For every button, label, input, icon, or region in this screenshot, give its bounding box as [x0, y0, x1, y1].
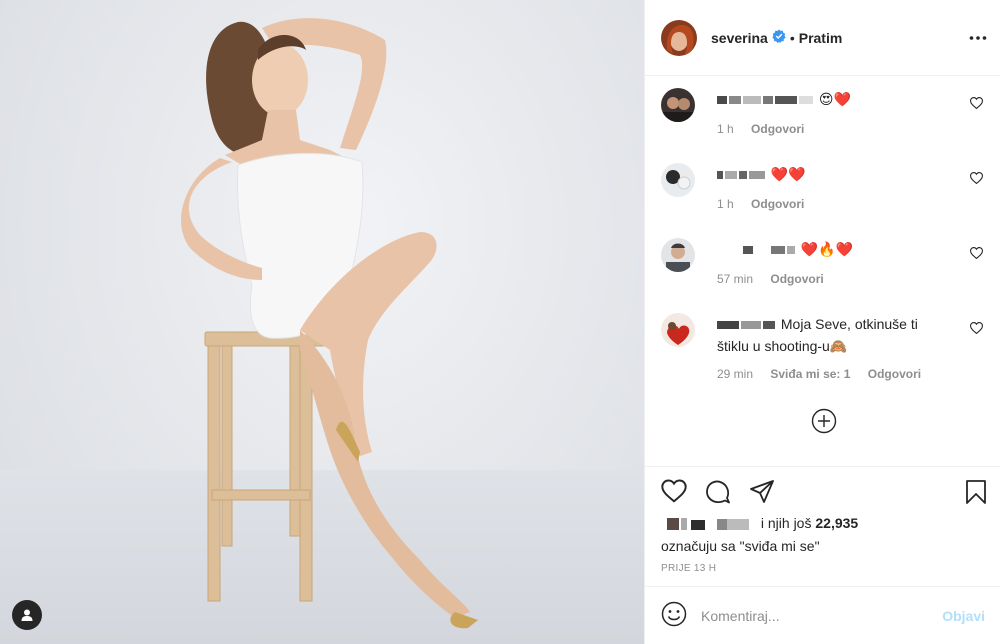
comment-text: ❤️❤️ — [717, 163, 951, 185]
comment-text: Moja Seve, otkinuše ti štiklu u shooting… — [717, 313, 951, 357]
like-comment-heart-icon[interactable] — [969, 246, 984, 262]
comment-time: 1 h — [717, 122, 734, 136]
commenter-avatar[interactable] — [661, 163, 695, 197]
redacted-text — [741, 321, 761, 330]
author-avatar[interactable] — [661, 19, 697, 56]
comment-emoji: ❤️❤️ — [770, 166, 806, 182]
comment-item: ❤️❤️ 1 h Odgovori — [661, 163, 985, 229]
likes-summary: i njih još 22,935 označuju sa "sviđa mi … — [661, 513, 981, 556]
commenter-avatar[interactable] — [661, 88, 695, 122]
comment-emoji: ❤️🔥❤️ — [800, 241, 854, 257]
user-tag-button[interactable] — [12, 600, 42, 630]
reply-button[interactable]: Odgovori — [751, 197, 804, 211]
load-more-comments-icon[interactable] — [811, 408, 837, 434]
author-username[interactable]: severina — [711, 30, 768, 46]
post-actions: i njih još 22,935 označuju sa "sviđa mi … — [645, 466, 1000, 586]
like-comment-heart-icon[interactable] — [969, 171, 984, 187]
like-comment-heart-icon[interactable] — [969, 96, 984, 112]
redacted-text — [725, 171, 737, 180]
emoji-smiley-icon[interactable] — [661, 601, 687, 630]
comment-bubble-icon[interactable] — [705, 479, 731, 508]
like-comment-heart-icon[interactable] — [969, 321, 984, 337]
commenter-avatar[interactable] — [661, 238, 695, 272]
redacted-text — [775, 96, 797, 105]
more-options-icon[interactable] — [969, 28, 987, 44]
reply-button[interactable]: Odgovori — [751, 122, 804, 136]
redacted-text — [763, 321, 775, 330]
redacted-text — [739, 171, 747, 180]
liker-avatars[interactable] — [661, 516, 757, 536]
share-paper-plane-icon[interactable] — [749, 479, 775, 508]
likes-prefix: i njih još — [760, 515, 812, 531]
comment-time: 1 h — [717, 197, 734, 211]
redacted-text — [743, 96, 761, 105]
post-timestamp[interactable]: PRIJE 13 H — [661, 563, 716, 574]
redacted-text — [771, 246, 785, 255]
following-button[interactable]: Pratim — [799, 30, 843, 46]
comment-meta: 1 h Odgovori — [717, 197, 818, 211]
redacted-text — [763, 96, 773, 105]
comment-time: 57 min — [717, 272, 754, 286]
comment-composer: Objavi — [645, 586, 1000, 644]
person-icon — [21, 609, 33, 621]
comment-meta: 29 min Sviđa mi se: 1 Odgovori — [717, 367, 935, 381]
header-separator: • — [789, 29, 795, 46]
redacted-text — [799, 96, 813, 105]
verified-badge-icon — [772, 29, 786, 46]
comment-meta: 57 min Odgovori — [717, 272, 838, 286]
comment-meta: 1 h Odgovori — [717, 122, 818, 136]
redacted-text — [729, 96, 741, 105]
redacted-username — [717, 96, 727, 105]
reply-button[interactable]: Odgovori — [770, 272, 823, 286]
save-bookmark-icon[interactable] — [965, 479, 987, 508]
comment-input[interactable] — [701, 607, 943, 624]
comment-emoji: 😍❤️ — [818, 91, 851, 107]
likes-suffix: označuju sa "sviđa mi se" — [661, 538, 820, 554]
comment-likes-count[interactable]: Sviđa mi se: 1 — [770, 367, 850, 381]
redacted-text — [787, 246, 795, 255]
comment-item: Moja Seve, otkinuše ti štiklu u shooting… — [661, 313, 985, 393]
redacted-username — [717, 321, 739, 330]
post-side-panel: severina • Pratim 😍❤️ 1 h Odgovori ❤️❤️ … — [644, 0, 1000, 644]
reply-button[interactable]: Odgovori — [868, 367, 921, 381]
post-photo[interactable] — [0, 0, 644, 644]
post-header: severina • Pratim — [645, 0, 1000, 76]
redacted-username — [743, 246, 753, 255]
like-heart-icon[interactable] — [661, 479, 687, 506]
comment-item: ❤️🔥❤️ 57 min Odgovori — [661, 238, 985, 304]
redacted-text — [749, 171, 765, 180]
comment-text: 😍❤️ — [717, 88, 951, 110]
comments-list: 😍❤️ 1 h Odgovori ❤️❤️ 1 h Odgovori ❤️🔥❤️… — [645, 76, 1000, 466]
likes-count[interactable]: 22,935 — [815, 515, 858, 531]
commenter-avatar[interactable] — [661, 313, 695, 347]
comment-time: 29 min — [717, 367, 754, 381]
photo-illustration — [181, 18, 478, 629]
redacted-username — [717, 171, 723, 180]
post-comment-button[interactable]: Objavi — [942, 608, 985, 624]
redacted-text — [755, 246, 769, 255]
comment-text: ❤️🔥❤️ — [717, 238, 951, 260]
comment-item: 😍❤️ 1 h Odgovori — [661, 88, 985, 154]
